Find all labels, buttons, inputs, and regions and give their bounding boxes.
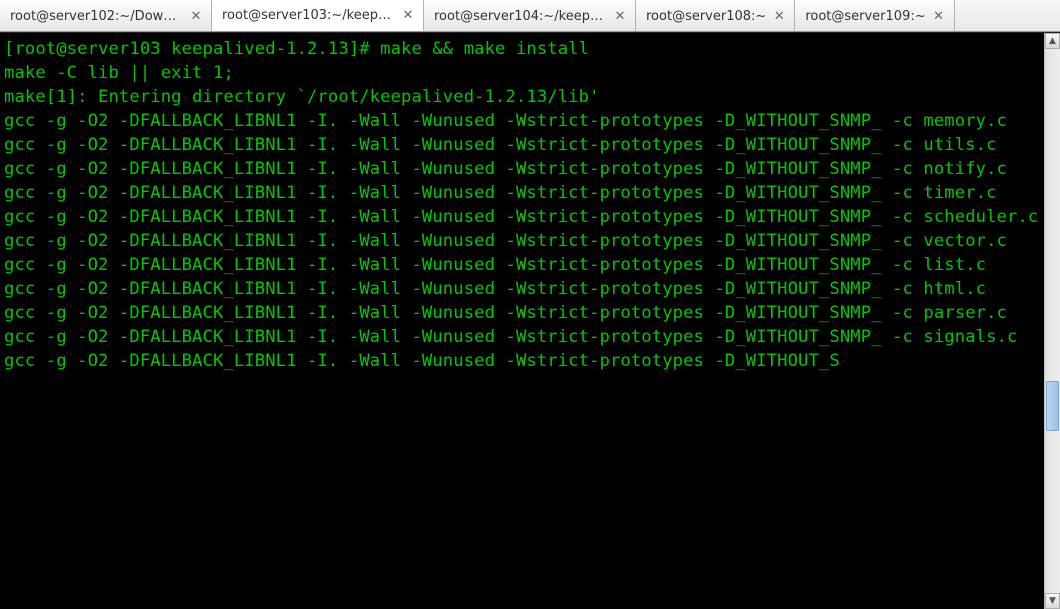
vertical-scrollbar[interactable]: ▲ ▼ bbox=[1044, 33, 1060, 609]
close-icon[interactable]: ✕ bbox=[613, 9, 627, 23]
tab-label: root@server108:~ bbox=[646, 9, 772, 24]
terminal-prompt: [root@server103 keepalived-1.2.13]# bbox=[4, 39, 370, 59]
scroll-track[interactable] bbox=[1045, 49, 1060, 593]
terminal-line: make[1]: Entering directory `/root/keepa… bbox=[4, 87, 600, 107]
tab-server109[interactable]: root@server109:~ ✕ bbox=[795, 0, 954, 31]
terminal-line: make -C lib || exit 1; bbox=[4, 63, 234, 83]
terminal-line: gcc -g -O2 -DFALLBACK_LIBNL1 -I. -Wall -… bbox=[4, 255, 986, 275]
terminal-line: gcc -g -O2 -DFALLBACK_LIBNL1 -I. -Wall -… bbox=[4, 327, 1017, 347]
tab-bar: root@server102:~/Downl... ✕ root@server1… bbox=[0, 0, 1060, 32]
scroll-thumb[interactable] bbox=[1046, 381, 1059, 431]
terminal-line: gcc -g -O2 -DFALLBACK_LIBNL1 -I. -Wall -… bbox=[4, 135, 997, 155]
terminal-line: gcc -g -O2 -DFALLBACK_LIBNL1 -I. -Wall -… bbox=[4, 351, 840, 371]
close-icon[interactable]: ✕ bbox=[772, 9, 786, 23]
tab-label: root@server109:~ bbox=[805, 9, 931, 24]
tab-label: root@server102:~/Downl... bbox=[10, 9, 189, 24]
tab-label: root@server104:~/keepa... bbox=[434, 9, 613, 24]
terminal-line: gcc -g -O2 -DFALLBACK_LIBNL1 -I. -Wall -… bbox=[4, 207, 1038, 227]
terminal-line: gcc -g -O2 -DFALLBACK_LIBNL1 -I. -Wall -… bbox=[4, 111, 1007, 131]
chevron-down-icon: ▼ bbox=[1049, 596, 1056, 606]
close-icon[interactable]: ✕ bbox=[932, 9, 946, 23]
terminal-line: gcc -g -O2 -DFALLBACK_LIBNL1 -I. -Wall -… bbox=[4, 183, 997, 203]
close-icon[interactable]: ✕ bbox=[401, 9, 415, 23]
terminal-output[interactable]: [root@server103 keepalived-1.2.13]# make… bbox=[0, 33, 1060, 609]
tab-server104[interactable]: root@server104:~/keepa... ✕ bbox=[424, 0, 636, 31]
terminal-line: gcc -g -O2 -DFALLBACK_LIBNL1 -I. -Wall -… bbox=[4, 279, 986, 299]
tab-server103[interactable]: root@server103:~/keepa... ✕ bbox=[212, 0, 424, 31]
terminal-area: [root@server103 keepalived-1.2.13]# make… bbox=[0, 32, 1060, 609]
terminal-line: gcc -g -O2 -DFALLBACK_LIBNL1 -I. -Wall -… bbox=[4, 231, 1007, 251]
terminal-line: gcc -g -O2 -DFALLBACK_LIBNL1 -I. -Wall -… bbox=[4, 303, 1007, 323]
terminal-command: make && make install bbox=[380, 39, 589, 59]
chevron-up-icon: ▲ bbox=[1049, 36, 1056, 46]
close-icon[interactable]: ✕ bbox=[189, 9, 203, 23]
tab-server108[interactable]: root@server108:~ ✕ bbox=[636, 0, 795, 31]
terminal-line: gcc -g -O2 -DFALLBACK_LIBNL1 -I. -Wall -… bbox=[4, 159, 1007, 179]
scroll-down-button[interactable]: ▼ bbox=[1045, 593, 1060, 609]
tab-server102[interactable]: root@server102:~/Downl... ✕ bbox=[0, 0, 212, 31]
scroll-up-button[interactable]: ▲ bbox=[1045, 33, 1060, 49]
tab-label: root@server103:~/keepa... bbox=[222, 8, 401, 23]
